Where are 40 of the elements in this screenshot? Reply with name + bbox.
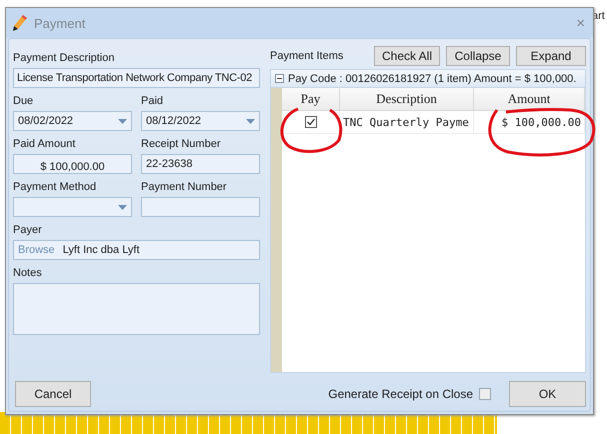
field-label: Payment Number (141, 181, 228, 193)
notes-field[interactable] (13, 283, 260, 335)
field-label: Paid Amount (13, 138, 76, 150)
minus-box-icon[interactable] (275, 74, 284, 83)
toolbar-button[interactable]: Collapse (446, 46, 510, 66)
table-cell: $ 100,000.00 (474, 111, 585, 134)
window-title: Payment (34, 16, 86, 30)
group-text: Pay Code : 00126026181927 (1 item) Amount = $ 100,000. (288, 72, 576, 84)
field-label: Payment Method (13, 181, 98, 193)
payer-name: Lyft Inc dba Lyft (62, 244, 140, 256)
toolbar-button[interactable]: Expand (516, 46, 586, 66)
receipt-number-field[interactable]: 22-23638 (141, 154, 260, 174)
field-label: Due (13, 95, 34, 107)
column-header[interactable]: Amount (474, 88, 585, 111)
dropdown-arrow-icon[interactable] (118, 204, 127, 210)
group-row[interactable]: Pay Code : 00126026181927 (1 item) Amount = $ 100,000. (270, 69, 586, 88)
table-cell: TNC Quarterly Payme (340, 111, 474, 134)
pencil-icon (12, 14, 28, 32)
payment-number-field[interactable] (141, 197, 260, 217)
field-label: Payment Description (13, 52, 116, 64)
toolbar-button[interactable]: Check All (374, 46, 440, 66)
ok-button[interactable]: OK (509, 381, 586, 407)
date-dropdown[interactable]: 08/12/2022 (141, 111, 260, 131)
column-header[interactable]: Description (340, 88, 474, 111)
dropdown-arrow-icon[interactable] (246, 118, 255, 124)
dropdown-arrow-icon[interactable] (118, 118, 127, 124)
date-dropdown[interactable]: 08/02/2022 (13, 111, 132, 131)
payment-method-dropdown[interactable] (13, 197, 132, 217)
field-label: Receipt Number (141, 138, 222, 150)
cancel-button[interactable]: Cancel (15, 381, 91, 407)
description-field[interactable]: License Transportation Network Company TNC-02 (13, 68, 260, 88)
section-title: Payment Items (270, 50, 344, 62)
pay-checkbox[interactable] (304, 116, 316, 128)
field-label: Payer (13, 224, 43, 236)
generate-receipt-checkbox[interactable] (479, 388, 491, 400)
field-label: Notes (13, 267, 43, 279)
checkbox-label: Generate Receipt on Close (328, 387, 473, 401)
column-header[interactable]: Pay (282, 88, 340, 111)
field-label: Paid (141, 95, 164, 107)
amount-field[interactable]: $ 100,000.00 (13, 154, 132, 174)
